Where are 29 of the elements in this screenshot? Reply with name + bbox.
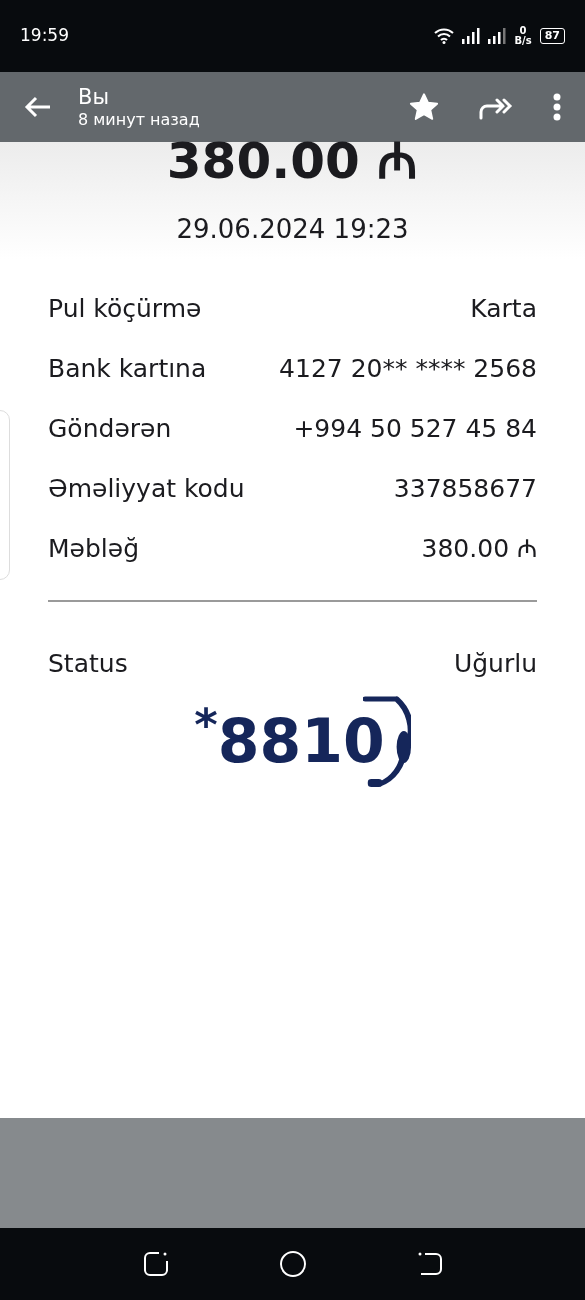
detail-label: Məbləğ [48, 533, 139, 565]
detail-value: 4127 20** **** 2568 [279, 353, 537, 385]
clock: 19:59 [20, 24, 69, 48]
status-label: Status [48, 648, 128, 680]
detail-value: +994 50 527 45 84 [293, 413, 537, 445]
wifi-icon [434, 28, 455, 44]
date-time: 29.06.2024 19:23 [176, 213, 409, 246]
status-value: Uğurlu [453, 648, 537, 680]
speed-value: 0 [519, 26, 527, 36]
more-icon[interactable] [553, 93, 561, 121]
back-arrow-icon[interactable] [24, 95, 52, 119]
signal-icon [488, 28, 507, 44]
detail-value: 337858677 [393, 473, 537, 505]
speed-unit: B/s [514, 36, 532, 46]
signal-icon [462, 28, 481, 44]
home-icon[interactable] [278, 1250, 307, 1278]
star-icon[interactable] [409, 93, 439, 121]
detail-label: Əməliyyat kodu [48, 473, 245, 505]
detail-value: 380.00 ₼ [421, 533, 537, 565]
amount: 380.00 ₼ [166, 136, 419, 186]
chat-title: Вы [78, 83, 110, 111]
battery-icon: 87 [539, 28, 565, 44]
detail-value: Karta [470, 293, 537, 325]
detail-label: Göndərən [48, 413, 172, 445]
recents-icon[interactable] [142, 1251, 169, 1277]
last-seen: 8 минут назад [78, 110, 200, 131]
detail-label: Bank kartına [48, 353, 207, 385]
back-icon[interactable] [416, 1251, 443, 1277]
detail-label: Pul köçürmə [48, 293, 202, 325]
